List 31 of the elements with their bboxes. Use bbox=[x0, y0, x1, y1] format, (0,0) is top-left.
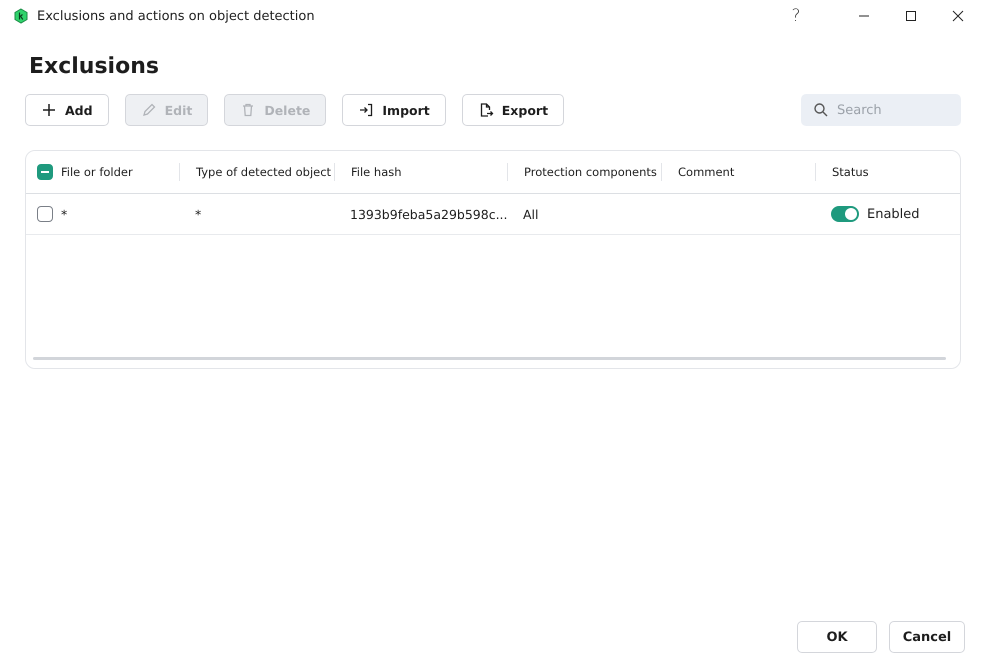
column-header: Status bbox=[832, 165, 869, 179]
select-all-checkbox[interactable] bbox=[37, 164, 53, 180]
export-button[interactable]: Export bbox=[462, 94, 564, 126]
table-cell: 1393b9feba5a29b598c... bbox=[350, 206, 508, 222]
column-header: Protection components bbox=[524, 165, 657, 179]
plus-icon bbox=[41, 102, 57, 118]
status-label: Enabled bbox=[867, 206, 920, 222]
window-title: Exclusions and actions on object detection bbox=[37, 8, 315, 24]
pencil-icon bbox=[140, 102, 157, 118]
table-cell: * bbox=[61, 206, 68, 222]
search-field[interactable]: Search bbox=[801, 94, 961, 126]
page-heading: Exclusions bbox=[29, 54, 160, 79]
table-cell: All bbox=[523, 206, 538, 222]
row-checkbox[interactable] bbox=[37, 206, 53, 222]
column-header: Type of detected object bbox=[196, 165, 332, 179]
cancel-button[interactable]: Cancel bbox=[889, 621, 965, 653]
column-header: Comment bbox=[678, 165, 734, 179]
search-icon bbox=[813, 102, 829, 118]
add-button[interactable]: Add bbox=[25, 94, 109, 126]
scrollbar[interactable] bbox=[33, 357, 946, 360]
ok-button[interactable]: OK bbox=[797, 621, 877, 653]
close-icon[interactable] bbox=[952, 10, 964, 22]
column-header: File hash bbox=[351, 165, 402, 179]
help-button[interactable]: ? bbox=[786, 6, 806, 26]
app-logo-icon bbox=[13, 8, 29, 24]
table-cell: * bbox=[195, 206, 202, 222]
import-icon bbox=[358, 102, 374, 118]
status-toggle[interactable] bbox=[831, 206, 859, 222]
import-button[interactable]: Import bbox=[342, 94, 446, 126]
column-header: File or folder bbox=[61, 165, 133, 179]
maximize-icon[interactable] bbox=[905, 10, 917, 22]
